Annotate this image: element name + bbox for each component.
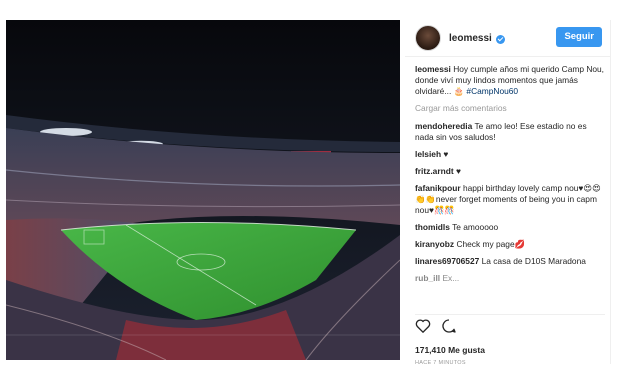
post-panel: leomessi Seguir leomessi Hoy cumple años… <box>405 20 611 366</box>
list-item: mendoheredia Te amo leo! Ese estadio no … <box>415 121 605 143</box>
post-actions: 171,410 Me gusta HACE 7 MINUTOS <box>415 314 605 366</box>
comment-username[interactable]: lelsieh <box>415 149 441 159</box>
action-icons <box>415 318 605 339</box>
caption-username[interactable]: leomessi <box>415 64 451 74</box>
load-more-comments-link[interactable]: Cargar más comentarios <box>415 103 605 114</box>
post-photo[interactable] <box>6 20 400 360</box>
caption: leomessi Hoy cumple años mi querido Camp… <box>415 64 605 97</box>
comment-text: ♥ <box>443 149 449 159</box>
list-item: lelsieh ♥ <box>415 149 605 160</box>
avatar[interactable] <box>415 25 441 51</box>
heart-icon[interactable] <box>415 318 431 338</box>
comment-text: Check my page💋 <box>456 239 526 249</box>
follow-button[interactable]: Seguir <box>556 27 602 47</box>
comment-text: ♥ <box>455 166 461 176</box>
comment-username[interactable]: kiranyobz <box>415 239 454 249</box>
comment-text: La casa de D10S Maradona <box>481 256 586 266</box>
post-timestamp: HACE 7 MINUTOS <box>415 360 466 366</box>
comment-text: Ex... <box>442 273 460 283</box>
comment-username[interactable]: rub_ill <box>415 273 440 283</box>
list-item: linares69706527 La casa de D10S Maradona <box>415 256 605 267</box>
comments-list[interactable]: leomessi Hoy cumple años mi querido Camp… <box>415 64 605 316</box>
list-item: fritz.arndt ♥ <box>415 166 605 177</box>
list-item: thomidls Te amooooo <box>415 222 605 233</box>
comment-text: Te amooooo <box>452 222 499 232</box>
post-header: leomessi Seguir <box>405 20 610 57</box>
comment-username[interactable]: mendoheredia <box>415 121 472 131</box>
comment-icon[interactable] <box>441 318 457 339</box>
list-item: kiranyobz Check my page💋 <box>415 239 605 250</box>
comment-username[interactable]: fafanikpour <box>415 183 461 193</box>
likes-count[interactable]: 171,410 Me gusta <box>415 345 605 355</box>
list-item: rub_ill Ex... <box>415 273 605 284</box>
username[interactable]: leomessi <box>449 33 492 44</box>
list-item: fafanikpour happi birthday lovely camp n… <box>415 183 605 216</box>
stadium-photo <box>6 20 400 360</box>
comment-username[interactable]: thomidls <box>415 222 450 232</box>
comment-username[interactable]: linares69706527 <box>415 256 479 266</box>
verified-badge-icon <box>495 34 505 44</box>
caption-hashtag[interactable]: #CampNou60 <box>466 86 518 96</box>
comment-username[interactable]: fritz.arndt <box>415 166 454 176</box>
